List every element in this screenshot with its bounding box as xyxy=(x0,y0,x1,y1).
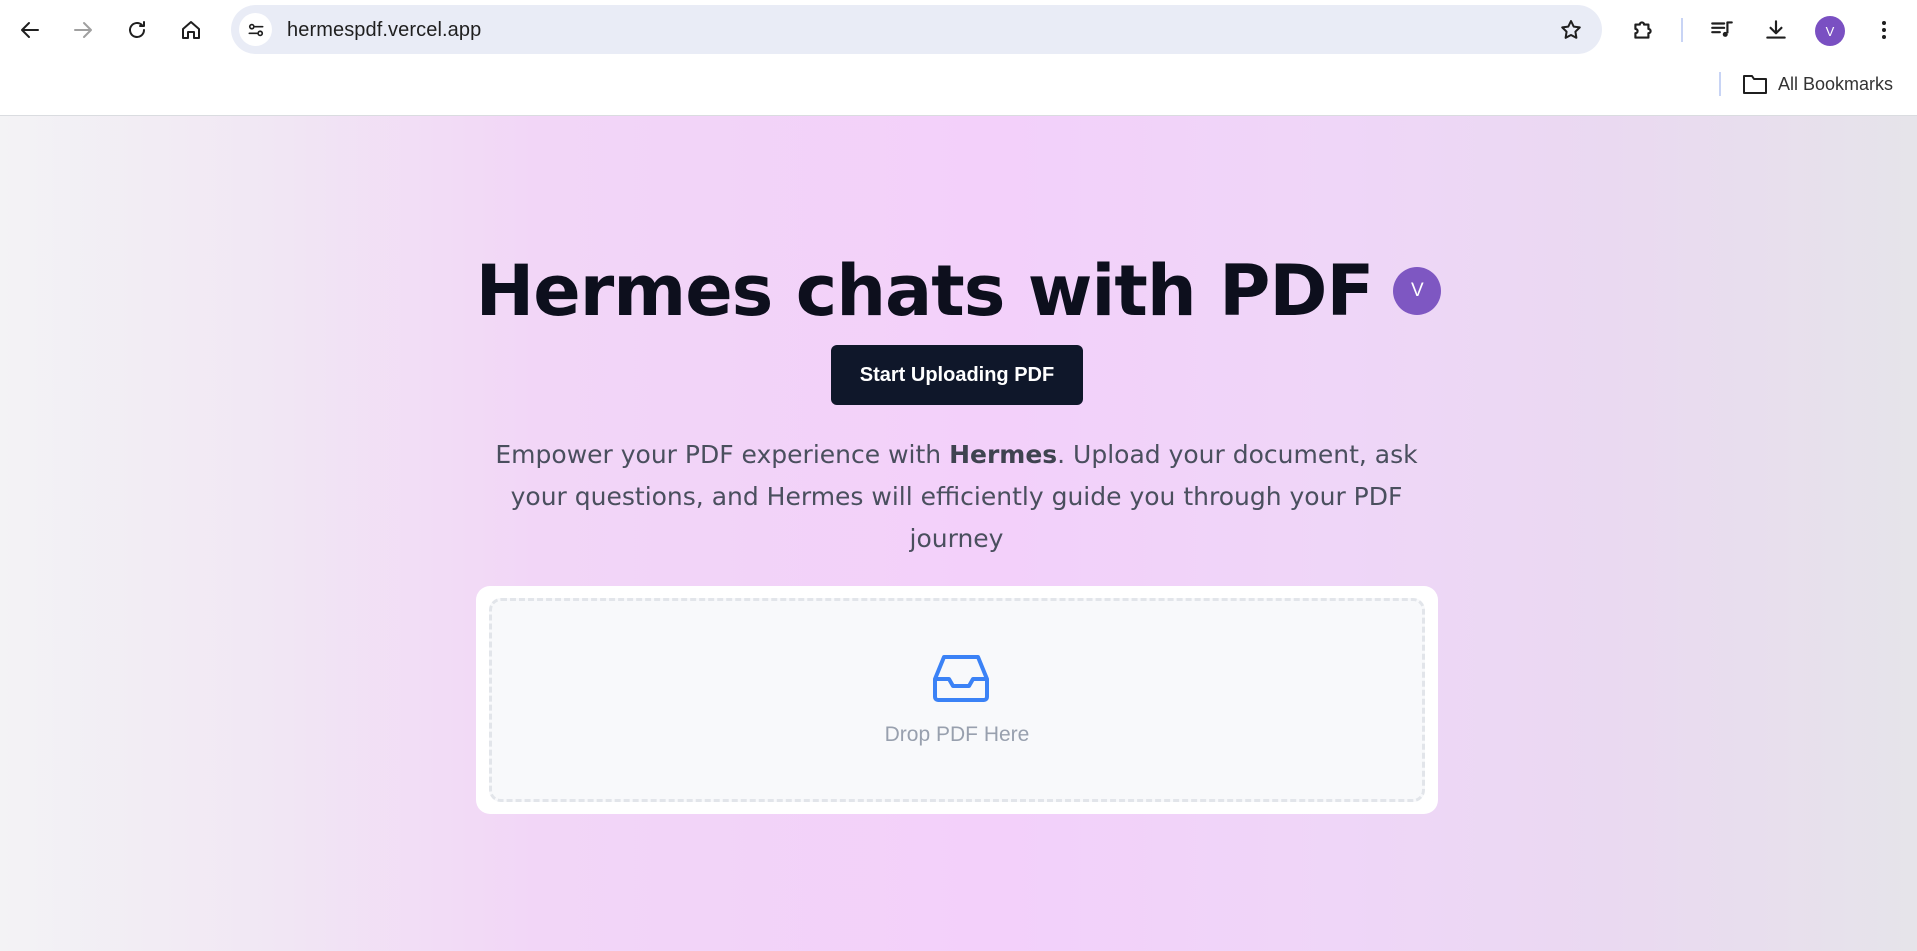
tune-icon xyxy=(248,23,263,36)
profile-avatar[interactable]: V xyxy=(1815,16,1845,46)
address-bar[interactable]: hermespdf.vercel.app xyxy=(231,5,1602,54)
home-icon xyxy=(182,21,200,39)
folder-icon xyxy=(1743,75,1767,94)
puzzle-icon xyxy=(1634,21,1652,39)
media-controls-button[interactable] xyxy=(1704,12,1740,48)
downloads-button[interactable] xyxy=(1758,12,1794,48)
user-avatar[interactable]: V xyxy=(1393,267,1442,315)
description-brand: Hermes xyxy=(949,440,1058,469)
arrow-right-icon xyxy=(74,22,92,38)
description-text: Empower your PDF experience with Hermes.… xyxy=(474,434,1439,560)
star-icon xyxy=(1561,20,1581,39)
reload-button[interactable] xyxy=(117,10,157,50)
site-info-button[interactable] xyxy=(239,13,272,46)
queue-music-icon xyxy=(1711,21,1733,37)
description-lead: Empower your PDF experience with xyxy=(495,440,950,469)
pdf-dropzone[interactable]: Drop PDF Here xyxy=(489,598,1425,802)
forward-button[interactable] xyxy=(63,10,103,50)
bookmarks-separator xyxy=(1719,72,1721,96)
back-button[interactable] xyxy=(10,10,50,50)
upload-card: Drop PDF Here xyxy=(476,586,1438,814)
hero-title-row: Hermes chats with PDF V xyxy=(0,256,1917,326)
browser-toolbar: hermespdf.vercel.app V xyxy=(0,0,1917,59)
bookmarks-bar: All Bookmarks xyxy=(0,59,1917,116)
url-text[interactable]: hermespdf.vercel.app xyxy=(287,19,481,42)
kebab-menu-icon xyxy=(1882,21,1886,39)
arrow-left-icon xyxy=(21,22,39,38)
browser-menu-button[interactable] xyxy=(1866,12,1902,48)
all-bookmarks-button[interactable]: All Bookmarks xyxy=(1742,69,1893,99)
reload-icon xyxy=(129,21,145,38)
home-button[interactable] xyxy=(171,10,211,50)
toolbar-separator xyxy=(1681,18,1683,42)
all-bookmarks-label: All Bookmarks xyxy=(1778,73,1894,94)
start-uploading-button[interactable]: Start Uploading PDF xyxy=(831,345,1083,405)
download-icon xyxy=(1766,20,1786,39)
inbox-icon xyxy=(933,655,989,702)
page-title: Hermes chats with PDF xyxy=(475,250,1375,332)
dropzone-label: Drop PDF Here xyxy=(884,723,1030,746)
extensions-button[interactable] xyxy=(1625,12,1661,48)
bookmark-star-button[interactable] xyxy=(1558,17,1584,43)
page-content: Hermes chats with PDF V Start Uploading … xyxy=(0,116,1917,951)
